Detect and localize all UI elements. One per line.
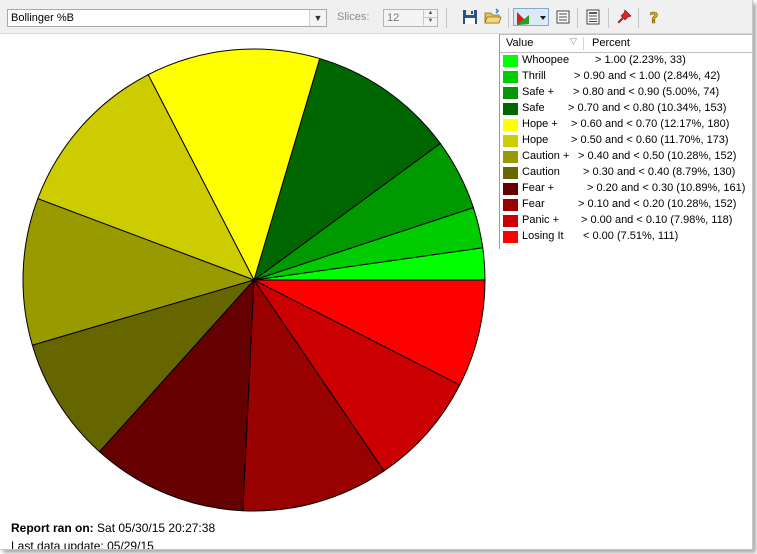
legend-row[interactable]: Hope + > 0.60 and < 0.70 (12.17%, 180) [500, 117, 752, 133]
svg-text:?: ? [650, 9, 659, 26]
open-folder-button[interactable] [484, 8, 502, 26]
legend-row[interactable]: Hope > 0.50 and < 0.60 (11.70%, 173) [500, 133, 752, 149]
legend-label: Panic + [522, 214, 559, 226]
pie-chart-window: Bollinger %B ▼ Slices: 12 ▲ ▼ ? Value ▽ … [0, 0, 753, 550]
legend-range: > 0.60 and < 0.70 (12.17%, 180) [571, 118, 730, 130]
toolbar-separator [638, 8, 639, 28]
slices-spinner[interactable]: 12 ▲ ▼ [383, 9, 438, 27]
list-icon [556, 10, 570, 24]
percent-column-header[interactable]: Percent [592, 37, 630, 49]
pie-chart-icon [517, 12, 546, 25]
save-button[interactable] [461, 8, 479, 26]
chevron-down-icon[interactable]: ▼ [309, 10, 326, 26]
list-view-button[interactable] [554, 8, 572, 26]
details-button[interactable] [584, 8, 602, 26]
legend-swatch [503, 87, 518, 99]
legend-swatch [503, 183, 518, 195]
legend-range: > 0.20 and < 0.30 (10.89%, 161) [587, 182, 746, 194]
indicator-select[interactable]: Bollinger %B ▼ [7, 9, 327, 27]
legend-range: > 0.70 and < 0.80 (10.34%, 153) [568, 102, 727, 114]
slices-label: Slices: [337, 11, 370, 23]
legend-row[interactable]: Panic + > 0.00 and < 0.10 (7.98%, 118) [500, 213, 752, 229]
help-button[interactable]: ? [645, 8, 663, 28]
legend-label: Safe + [522, 86, 555, 98]
report-second-line: Last data update: 05/29/15 [11, 539, 154, 550]
legend-header: Value ▽ Percent [500, 34, 752, 53]
legend-label: Hope [522, 134, 549, 146]
legend-range: > 1.00 (2.23%, 33) [595, 54, 686, 66]
legend-row[interactable]: Fear + > 0.20 and < 0.30 (10.89%, 161) [500, 181, 752, 197]
legend-label: Fear + [522, 182, 555, 194]
report-ran-on: Report ran on: Sat 05/30/15 20:27:38 [11, 521, 215, 535]
legend-swatch [503, 119, 518, 131]
legend-swatch [503, 199, 518, 211]
legend-range: > 0.10 and < 0.20 (10.28%, 152) [578, 198, 737, 210]
legend-range: > 0.90 and < 1.00 (2.84%, 42) [574, 70, 721, 82]
legend-swatch [503, 71, 518, 83]
report-timestamp: Sat 05/30/15 20:27:38 [97, 521, 216, 535]
floppy-disk-icon [463, 10, 477, 24]
column-divider[interactable] [583, 37, 584, 50]
legend-swatch [503, 151, 518, 163]
legend-row[interactable]: Safe > 0.70 and < 0.80 (10.34%, 153) [500, 101, 752, 117]
legend-table: Value ▽ Percent Whoopee > 1.00 (2.23%, 33… [499, 34, 752, 249]
pie-chart-area [0, 34, 498, 514]
value-column-header[interactable]: Value [506, 37, 533, 49]
legend-range: > 0.00 and < 0.10 (7.98%, 118) [581, 214, 733, 226]
legend-label: Caution + [522, 150, 570, 162]
legend-swatch [503, 215, 518, 227]
toolbar-separator [608, 8, 609, 28]
legend-swatch [503, 55, 518, 67]
legend-row[interactable]: Safe + > 0.80 and < 0.90 (5.00%, 74) [500, 85, 752, 101]
legend-label: Thrill [522, 70, 546, 82]
legend-row[interactable]: Fear > 0.10 and < 0.20 (10.28%, 152) [500, 197, 752, 213]
legend-label: Fear [522, 198, 545, 210]
slices-value: 12 [387, 12, 400, 24]
report-label: Report ran on: [11, 521, 94, 535]
open-folder-icon [484, 8, 502, 24]
legend-swatch [503, 135, 518, 147]
toolbar-separator [508, 8, 509, 28]
legend-swatch [503, 231, 518, 243]
legend-label: Caution [522, 166, 560, 178]
legend-range: > 0.30 and < 0.40 (8.79%, 130) [583, 166, 736, 178]
legend-row[interactable]: Whoopee > 1.00 (2.23%, 33) [500, 53, 752, 69]
pie-chart [22, 48, 486, 512]
legend-label: Safe [522, 102, 545, 114]
legend-row[interactable]: Caution > 0.30 and < 0.40 (8.79%, 130) [500, 165, 752, 181]
legend-rows: Whoopee > 1.00 (2.23%, 33) Thrill > 0.90 an… [500, 53, 752, 245]
toolbar-separator [446, 8, 447, 28]
legend-row[interactable]: Thrill > 0.90 and < 1.00 (2.84%, 42) [500, 69, 752, 85]
toolbar-separator [577, 8, 578, 28]
spin-up-icon[interactable]: ▲ [423, 10, 437, 18]
legend-range: > 0.40 and < 0.50 (10.28%, 152) [578, 150, 737, 162]
legend-label: Hope + [522, 118, 558, 130]
help-icon: ? [649, 9, 659, 28]
pushpin-icon [617, 9, 632, 24]
legend-swatch [503, 103, 518, 115]
pin-button[interactable] [615, 8, 633, 26]
legend-range: > 0.80 and < 0.90 (5.00%, 74) [573, 86, 720, 98]
legend-range: > 0.50 and < 0.60 (11.70%, 173) [571, 134, 729, 146]
document-lines-icon [586, 9, 600, 25]
toolbar: Bollinger %B ▼ Slices: 12 ▲ ▼ ? [0, 0, 752, 34]
chart-type-dropdown[interactable] [513, 8, 549, 26]
indicator-select-value: Bollinger %B [11, 12, 74, 24]
spin-down-icon[interactable]: ▼ [423, 18, 437, 25]
legend-row[interactable]: Caution + > 0.40 and < 0.50 (10.28%, 152) [500, 149, 752, 165]
legend-range: < 0.00 (7.51%, 111) [583, 230, 679, 242]
legend-row[interactable]: Losing It < 0.00 (7.51%, 111) [500, 229, 752, 245]
legend-label: Losing It [522, 230, 564, 242]
legend-label: Whoopee [522, 54, 570, 66]
legend-swatch [503, 167, 518, 179]
sort-icon: ▽ [570, 36, 577, 46]
